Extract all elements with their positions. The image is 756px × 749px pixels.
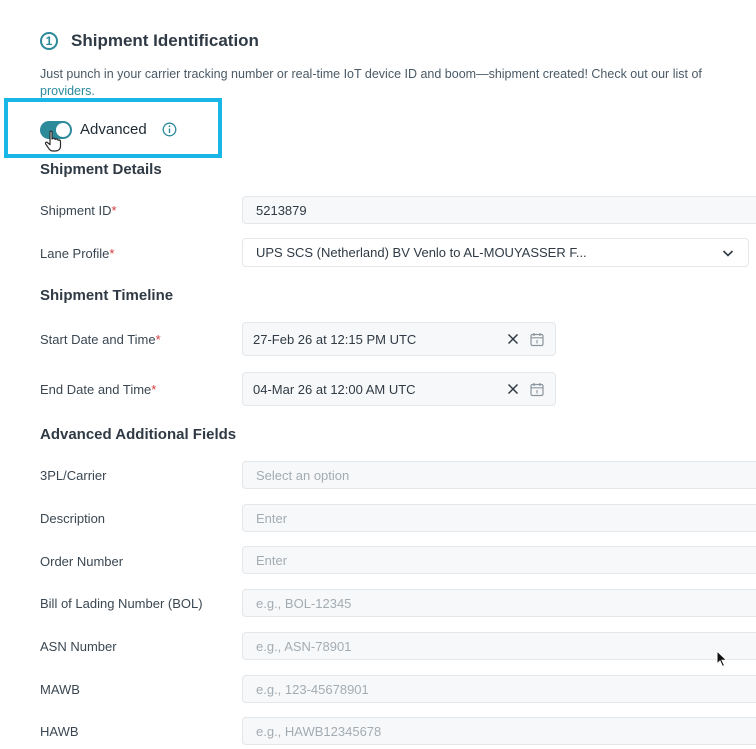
bol-placeholder: e.g., BOL-12345 [256,595,352,611]
shipment-id-input[interactable]: 5213879 [242,196,756,224]
clear-start-date-icon[interactable] [507,333,519,345]
mawb-placeholder: e.g., 123-45678901 [256,681,369,697]
order-number-label: Order Number [40,554,124,569]
hand-cursor-icon [44,130,62,152]
lane-profile-value: UPS SCS (Netherland) BV Venlo to AL-MOUY… [256,245,587,260]
section-subtitle: Just punch in your carrier tracking numb… [40,66,756,100]
end-date-label: End Date and Time* [40,382,156,397]
subtitle-text: Just punch in your carrier tracking numb… [40,67,702,81]
start-date-label-text: Start Date and Time [40,332,156,347]
required-marker: * [155,332,161,347]
required-marker: * [111,203,117,218]
mawb-label: MAWB [40,682,80,697]
shipment-id-label: Shipment ID* [40,203,117,218]
lane-profile-label: Lane Profile* [40,246,114,261]
end-date-input[interactable]: 04-Mar 26 at 12:00 AM UTC [242,372,556,406]
description-input[interactable]: Enter [242,504,756,532]
additional-fields-heading: Advanced Additional Fields [40,426,237,443]
end-date-label-text: End Date and Time [40,382,152,397]
bol-input[interactable]: e.g., BOL-12345 [242,589,756,617]
advanced-label: Advanced [80,121,147,138]
shipment-timeline-heading: Shipment Timeline [40,287,174,304]
order-number-placeholder: Enter [256,552,288,568]
bol-label: Bill of Lading Number (BOL) [40,596,203,611]
lane-profile-label-text: Lane Profile [40,246,110,261]
section-title: Shipment Identification [71,31,259,50]
section-header: 1 Shipment Identification [40,31,259,51]
order-number-input[interactable]: Enter [242,546,756,574]
hawb-placeholder: e.g., HAWB12345678 [256,723,382,739]
shipment-id-value: 5213879 [256,202,307,218]
calendar-icon[interactable] [530,332,544,347]
carrier-placeholder: Select an option [256,467,350,483]
asn-label: ASN Number [40,639,117,654]
start-date-input[interactable]: 27-Feb 26 at 12:15 PM UTC [242,322,556,356]
calendar-icon[interactable] [530,382,544,397]
asn-placeholder: e.g., ASN-78901 [256,638,352,654]
shipment-id-label-text: Shipment ID [40,203,112,218]
lane-profile-select[interactable]: UPS SCS (Netherland) BV Venlo to AL-MOUY… [242,238,749,267]
chevron-down-icon [722,250,734,257]
hawb-label: HAWB [40,724,79,739]
clear-end-date-icon[interactable] [507,383,519,395]
carrier-select[interactable]: Select an option [242,461,756,489]
description-placeholder: Enter [256,510,288,526]
description-label: Description [40,511,106,526]
required-marker: * [151,382,157,397]
providers-link[interactable]: providers. [40,84,95,98]
start-date-label: Start Date and Time* [40,332,161,347]
hawb-input[interactable]: e.g., HAWB12345678 [242,717,756,745]
shipment-details-heading: Shipment Details [40,161,162,178]
asn-input[interactable]: e.g., ASN-78901 [242,632,756,660]
mawb-input[interactable]: e.g., 123-45678901 [242,675,756,703]
mouse-pointer-icon [716,650,728,668]
required-marker: * [109,246,115,261]
carrier-label: 3PL/Carrier [40,468,107,483]
info-icon[interactable] [162,122,177,137]
step-number-badge: 1 [40,32,58,50]
